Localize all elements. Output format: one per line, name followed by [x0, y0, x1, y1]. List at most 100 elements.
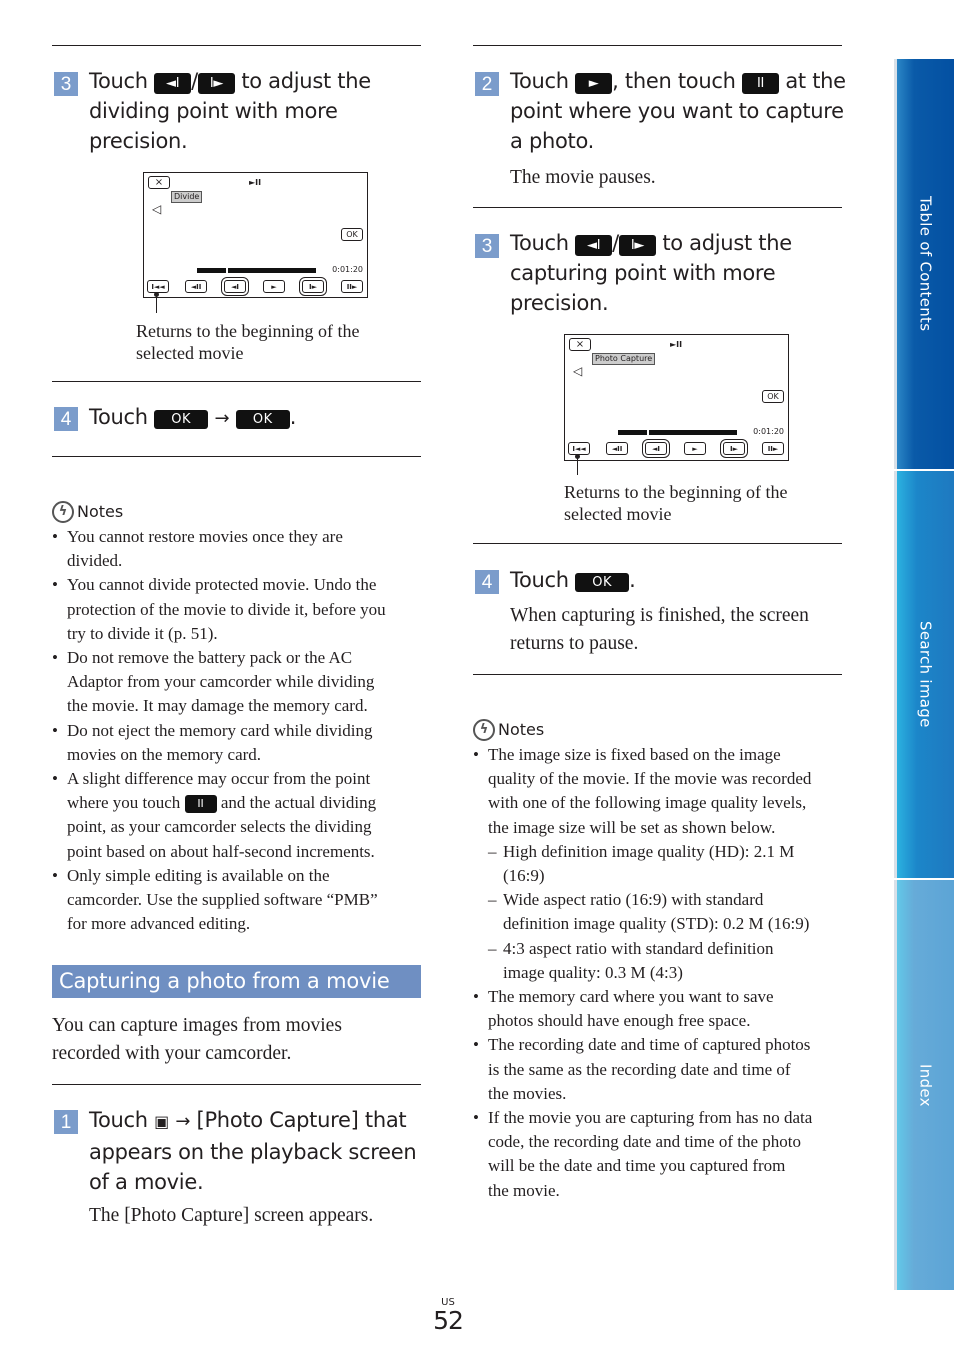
notes-list: You cannot restore movies once they ared… [52, 525, 422, 936]
screen-label: Photo Capture [592, 353, 656, 365]
frame-back-icon: ◄I [575, 235, 613, 256]
divider [473, 543, 842, 544]
step-text: Touch [510, 568, 576, 592]
frame-forward-icon: I► [197, 73, 235, 94]
step-text: Touch [510, 231, 576, 255]
page-number-value: 52 [433, 1306, 464, 1335]
frame-back-icon: ◄I [221, 277, 249, 296]
screen-label: Divide [171, 191, 203, 203]
slow-reverse-icon: ◄II [606, 442, 628, 455]
step-text: Touch [89, 69, 155, 93]
bullet: • [473, 1108, 479, 1128]
separator: / [612, 231, 619, 255]
play-pause-icon: ►II [249, 178, 262, 187]
note-line: the movie. [488, 1180, 560, 1200]
step-text: Touch [510, 69, 576, 93]
note-item: Do not eject the memory card while divid… [52, 719, 422, 767]
step-heading: Touch ◄I / I► to adjust the dividing point… [89, 66, 424, 156]
note-line: image quality: 0.3 M (4:3) [503, 962, 683, 982]
note-line: quality of the movie. If the movie was r… [488, 769, 812, 789]
step-text: a photo. [510, 129, 595, 153]
step-text: . [629, 568, 636, 592]
note-line: the movies. [488, 1083, 567, 1103]
step-text: appears on the playback screen [89, 1140, 417, 1164]
note-item: A slight difference may occur from the p… [52, 767, 422, 864]
divider [52, 1084, 421, 1085]
pause-icon: II [184, 795, 217, 814]
caption-line: Returns to the beginning of the [136, 321, 360, 341]
step-text: to adjust the [655, 231, 792, 255]
step-number: 4 [54, 407, 78, 431]
progress-bar [197, 268, 316, 273]
notes-heading: ϟ Notes [52, 501, 123, 523]
step-heading: Touch OK → OK. [89, 402, 296, 434]
sidebar-tab-table-of-contents[interactable]: Table of Contents [894, 59, 954, 469]
play-pause-icon: ►II [670, 340, 683, 349]
ok-button-icon: OK [575, 573, 630, 592]
step-number: 3 [54, 72, 78, 96]
step-heading: Touch ▣ → [Photo Capture] that appears o… [89, 1105, 424, 1197]
time-readout: 0:01:20 [332, 265, 363, 274]
note-line: –4:3 aspect ratio with standard definiti… [473, 937, 845, 961]
step-text: , then touch [612, 69, 742, 93]
frame-back-icon: ◄I [642, 439, 670, 458]
tab-label: Search image [916, 621, 935, 728]
note-line: is the same as the recording date and ti… [488, 1059, 791, 1079]
notes-title: Notes [77, 502, 124, 521]
page-number: US 52 [431, 1298, 465, 1335]
note-line: definition image quality (STD): 0.2 M (1… [503, 914, 810, 934]
intro-line: You can capture images from movies [52, 1015, 342, 1036]
note-line: • If the movie you are capturing from has… [473, 1106, 845, 1130]
note-line: – Wide aspect ratio (16:9) with standard [473, 888, 845, 912]
play-icon: ► [684, 442, 706, 455]
section-title: Capturing a photo from a movie [52, 965, 421, 998]
progress-marker [646, 430, 649, 435]
frame-forward-icon: I► [720, 439, 748, 458]
intro-line: recorded with your camcorder. [52, 1043, 292, 1064]
intro-text: You can capture images from movies recor… [52, 1012, 342, 1068]
step-text: . [289, 405, 297, 429]
tab-label: Index [916, 1063, 935, 1107]
note-item: You cannot divide protected movie. Undo … [52, 573, 422, 646]
speaker-icon: ◁ [152, 202, 162, 216]
step-number: 3 [475, 234, 499, 258]
step-heading: Touch OK. [510, 565, 636, 595]
note-line: will be the date and time you captured f… [488, 1156, 786, 1176]
note-line: code, the recording date and time of the… [488, 1132, 801, 1152]
slow-reverse-icon: ◄II [185, 280, 207, 293]
step-number: 4 [475, 570, 499, 594]
divider [52, 381, 421, 382]
step-text: point where you want to capture [510, 99, 844, 123]
play-icon: ► [575, 73, 613, 94]
ok-icon: OK [762, 390, 784, 403]
step-heading: Touch ◄I / I► to adjust the capturing poin… [510, 228, 850, 318]
subtext-line: When capturing is finished, the screen [510, 605, 809, 626]
callout-line [577, 457, 578, 475]
step-text: dividing point with more [89, 99, 338, 123]
caution-icon: ϟ [52, 501, 74, 523]
play-icon: ► [263, 280, 285, 293]
note-line: • The image size is fixed based on the im… [473, 743, 845, 767]
caution-icon: ϟ [473, 719, 495, 741]
step-text: precision. [89, 129, 188, 153]
close-icon: × [148, 176, 170, 189]
step-text: precision. [510, 291, 609, 315]
frame-forward-icon: I► [618, 235, 656, 256]
step-text: [Photo Capture] that [190, 1108, 407, 1132]
step-text: Touch [89, 1108, 155, 1132]
divider [473, 207, 842, 208]
callout-line [156, 295, 157, 313]
note-item: Only simple editing is available on thec… [52, 864, 422, 937]
sidebar-tab-search-image[interactable]: Search image [894, 471, 954, 878]
ok-button-icon: OK [235, 410, 290, 429]
lcd-photo-capture-screen: × ►II Photo Capture ◁ OK 0:01:20 I◄◄ ◄II… [564, 334, 789, 461]
bullet: • [473, 987, 479, 1007]
notes-heading: ϟ Notes [473, 719, 544, 741]
step-text: at the [778, 69, 846, 93]
speaker-icon: ◁ [573, 364, 583, 378]
notes-list: • The image size is fixed based on the im… [473, 743, 845, 1203]
divider [52, 45, 421, 46]
divider [52, 456, 421, 457]
lcd-divide-screen: × ►II Divide ◁ OK 0:01:20 I◄◄ ◄II ◄I ► I… [143, 172, 368, 298]
sidebar-tab-index[interactable]: Index [894, 880, 954, 1290]
